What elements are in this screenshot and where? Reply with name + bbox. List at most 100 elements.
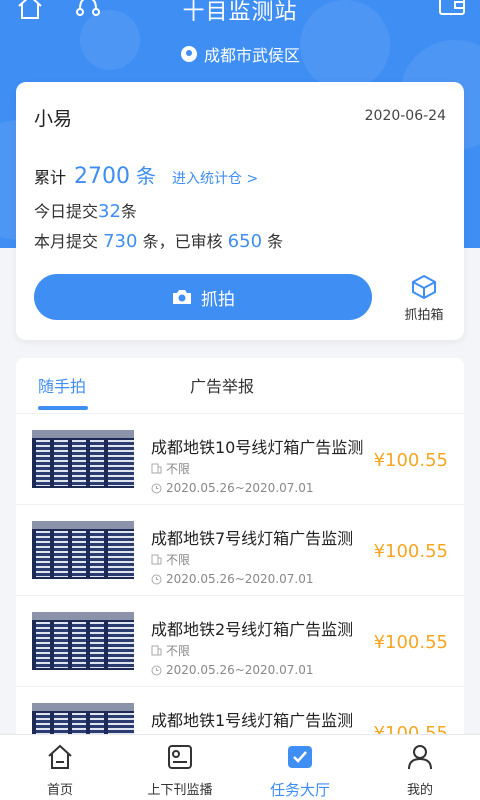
thumbnail-column [72,531,86,577]
thumbnail-column [54,531,68,577]
thumbnail-column [36,622,50,668]
month-middle: 条，已审核 [142,232,223,251]
task-price: ¥100.55 [373,541,448,562]
thumbnail-column [120,440,134,486]
top-bar: 十目监测站 [0,0,480,30]
total-label: 累计 [34,168,67,187]
tabbar-item-home[interactable]: 首页 [0,743,120,798]
today-suffix: 条 [120,202,137,221]
task-list-item[interactable]: 成都地铁2号线灯箱广告监测不限 2020.05.26~2020.07.01 ¥100… [16,596,464,687]
thumbnail-column [36,440,50,486]
location-text: 成都市武侯区 [203,46,300,65]
total-unit: 条 [136,164,157,188]
thumbnail-column [72,440,86,486]
task-title: 成都地铁2号线灯箱广告监测 [151,620,354,639]
task-limit: 不限 [151,642,190,659]
month-count: 730 [103,231,138,252]
task-period: 2020.05.26~2020.07.01 [151,663,313,677]
task-thumbnail [32,612,134,670]
tab-random-shot[interactable]: 随手拍 [38,373,86,397]
total-count: 2700 [74,164,131,189]
clock-icon [151,665,162,675]
building-icon [151,554,162,565]
thumbnail-header-strip [32,612,134,620]
task-period: 2020.05.26~2020.07.01 [151,481,313,495]
location-pin-icon [180,46,197,62]
task-limit: 不限 [151,460,190,477]
shoot-button[interactable]: 抓拍 [34,274,372,320]
task-list-item[interactable]: 成都地铁1号线灯箱广告监测不限2020.05.26~2020.07.01¥100… [16,687,464,738]
month-row: 本月提交 730 条，已审核 650 条 [34,228,283,252]
task-list-item[interactable]: 成都地铁7号线灯箱广告监测不限 2020.05.26~2020.07.01 ¥100… [16,505,464,596]
stats-link[interactable]: 进入统计仓 > [172,168,258,188]
building-icon [151,463,162,474]
task-limit: 不限 [151,551,190,568]
tabbar-label-mine: 我的 [406,783,433,798]
monitor-icon [168,745,192,769]
total-row: 累计 2700 条 进入统计仓 > [34,160,258,189]
task-list-panel: 随手拍 广告举报 成都地铁10号线灯箱广告监测不限 2020.05.26~2020… [16,358,464,738]
summary-card: 小易 2020-06-24 累计 2700 条 进入统计仓 > 今日提交32条 … [16,82,464,340]
tab-ad-report[interactable]: 广告举报 [190,373,254,397]
thumbnail-column [72,622,86,668]
wallet-icon[interactable] [438,0,466,18]
thumbnail-column [54,440,68,486]
month-prefix: 本月提交 [34,232,99,251]
today-prefix: 今日提交 [34,202,99,221]
page-title: 十目监测站 [182,0,298,25]
task-title: 成都地铁7号线灯箱广告监测 [151,529,354,548]
task-icon [288,746,312,768]
home-icon [48,744,72,769]
task-period: 2020.05.26~2020.07.01 [151,572,313,586]
thumbnail-header-strip [32,521,134,529]
thumbnail-header-strip [32,430,134,438]
task-title: 成都地铁10号线灯箱广告监测 [151,438,364,457]
task-period-text: 2020.05.26~2020.07.01 [166,663,314,677]
capture-box-label: 抓拍箱 [404,308,444,323]
task-limit-text: 不限 [166,553,191,567]
task-thumbnail [32,703,134,738]
thumbnail-column [90,531,104,577]
building-icon [151,645,162,656]
user-name: 小易 [34,108,73,130]
task-thumbnail [32,521,134,579]
thumbnail-column [120,622,134,668]
task-period-text: 2020.05.26~2020.07.01 [166,481,314,495]
tabbar-label-monitor: 上下刊监播 [147,783,213,798]
thumbnail-column [90,622,104,668]
task-price: ¥100.55 [373,450,448,471]
camera-icon [173,290,191,304]
tabbar-label-home: 首页 [46,783,73,798]
tabbar-item-monitor[interactable]: 上下刊监播 [120,743,240,798]
bottom-tab-bar: 首页 上下刊监播 任务大厅 我的 [0,734,480,800]
clock-icon [151,574,162,584]
month-suffix: 条 [267,232,284,251]
tabbar-item-mine[interactable]: 我的 [360,743,480,798]
tabbar-item-task-hall[interactable]: 任务大厅 [240,743,360,800]
task-price: ¥100.55 [373,632,448,653]
task-period-text: 2020.05.26~2020.07.01 [166,572,314,586]
list-tabs: 随手拍 广告举报 [16,358,464,414]
thumbnail-column [36,531,50,577]
tabbar-label-task-hall: 任务大厅 [269,781,330,799]
clock-icon [151,483,162,493]
task-title: 成都地铁1号线灯箱广告监测 [151,711,354,730]
location-bar[interactable]: 成都市武侯区 [0,42,480,66]
today-row: 今日提交32条 [34,198,137,222]
tab-indicator [38,406,88,410]
thumbnail-header-strip [32,703,134,711]
task-limit-text: 不限 [166,644,191,658]
task-list-item[interactable]: 成都地铁10号线灯箱广告监测不限 2020.05.26~2020.07.01 ¥10… [16,414,464,505]
user-icon [408,745,432,770]
task-thumbnail [32,430,134,488]
month-reviewed: 650 [227,231,263,252]
thumbnail-column [120,531,134,577]
shoot-label: 抓拍 [201,289,235,310]
box-icon [412,274,436,300]
today-count: 32 [98,201,121,222]
card-date: 2020-06-24 [364,108,446,124]
capture-box-button[interactable]: 抓拍箱 [398,274,450,326]
task-limit-text: 不限 [166,462,191,476]
thumbnail-column [90,440,104,486]
thumbnail-column [54,622,68,668]
